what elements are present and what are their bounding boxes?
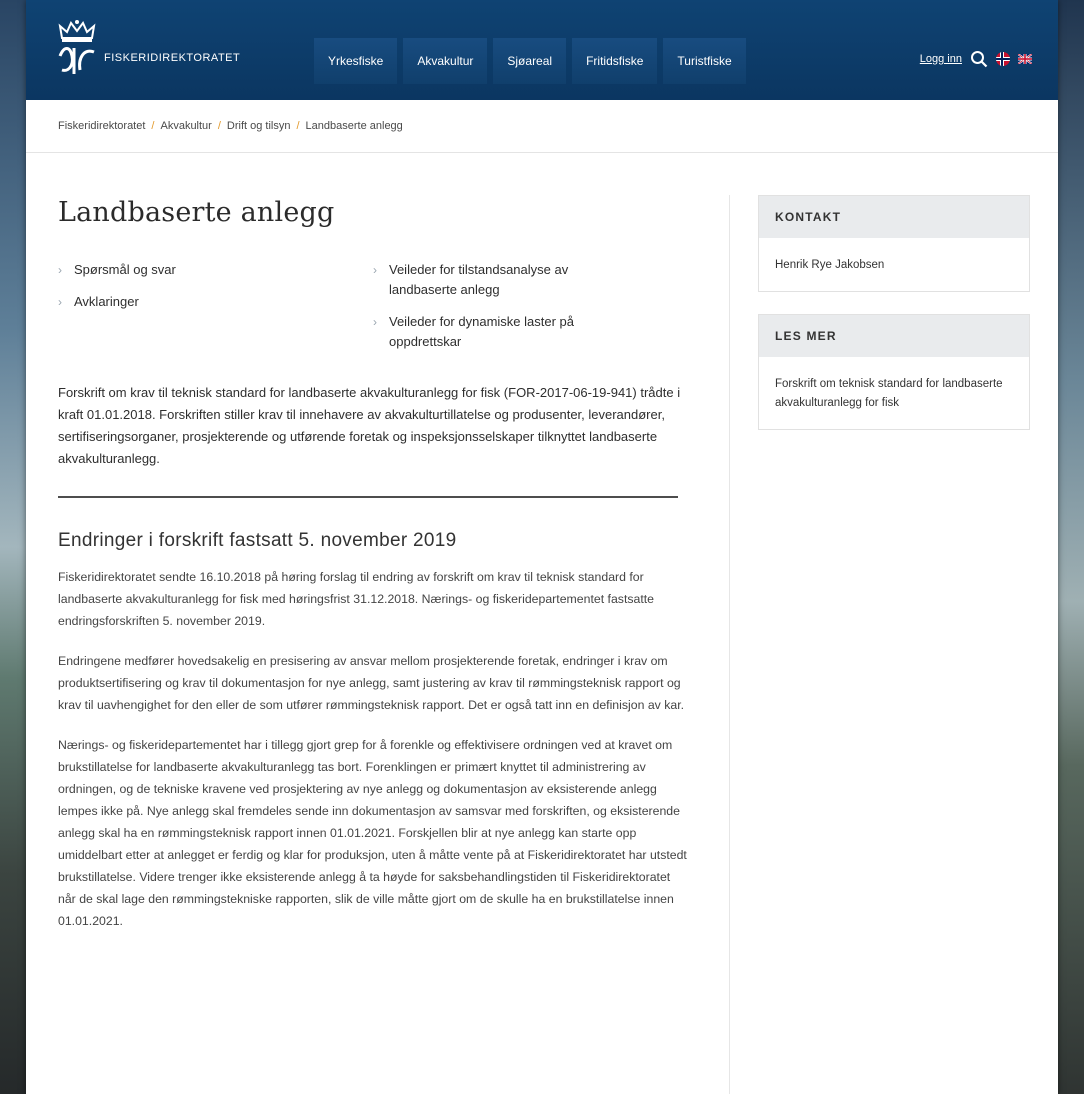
login-link[interactable]: Logg inn (920, 53, 962, 65)
flag-uk-icon[interactable] (1018, 54, 1032, 64)
breadcrumb-item-home[interactable]: Fiskeridirektoratet (58, 120, 145, 132)
search-icon[interactable] (970, 50, 988, 68)
logo-text: FISKERIDIREKTORATET (104, 52, 241, 64)
breadcrumb-item-current: Landbaserte anlegg (305, 120, 403, 132)
link-label: Spørsmål og svar (74, 262, 176, 277)
paragraph-3: Nærings- og fiskeridepartementet har i t… (58, 738, 687, 928)
section-heading: Endringer i forskrift fastsatt 5. novemb… (58, 530, 457, 551)
related-links-left: › Spørsmål og svar › Avklaringer (58, 260, 373, 364)
nav-item-yrkesfiske[interactable]: Yrkesfiske (314, 38, 398, 84)
link-veileder-dynamiske-laster[interactable]: › Veileder for dynamiske laster på oppdr… (373, 312, 688, 352)
site-header: FISKERIDIREKTORATET Yrkesfiske Akvakultu… (26, 0, 1058, 100)
breadcrumb-item-drift-og-tilsyn[interactable]: Drift og tilsyn (227, 120, 291, 132)
contact-box-body: Henrik Rye Jakobsen (759, 238, 1029, 291)
main-nav: Yrkesfiske Akvakultur Sjøareal Fritidsfi… (314, 38, 752, 84)
nav-item-akvakultur[interactable]: Akvakultur (403, 38, 488, 84)
breadcrumb-item-akvakultur[interactable]: Akvakultur (160, 120, 211, 132)
breadcrumb: Fiskeridirektoratet / Akvakultur / Drift… (26, 100, 1058, 153)
header-tools: Logg inn (920, 50, 1032, 68)
paragraph-2: Endringene medfører hovedsakelig en pres… (58, 654, 685, 712)
paragraph-1: Fiskeridirektoratet sendte 16.10.2018 på… (58, 570, 655, 628)
crown-logo-icon (58, 20, 96, 74)
breadcrumb-separator: / (151, 120, 155, 132)
read-more-box-title: LES MER (759, 315, 1029, 357)
nav-item-fritidsfiske[interactable]: Fritidsfiske (572, 38, 658, 84)
link-label: Veileder for dynamiske laster på oppdret… (389, 314, 574, 349)
sidebar: KONTAKT Henrik Rye Jakobsen LES MER Fors… (758, 195, 1030, 452)
background-right-edge (1058, 0, 1084, 1094)
related-links: › Spørsmål og svar › Avklaringer › Veile… (58, 260, 688, 364)
link-label: Avklaringer (74, 294, 139, 309)
page-title: Landbaserte anlegg (58, 197, 335, 228)
intro-text: Forskrift om krav til teknisk standard f… (58, 385, 681, 466)
read-more-link[interactable]: Forskrift om teknisk standard for landba… (775, 378, 1003, 409)
section-divider (58, 496, 678, 498)
link-avklaringer[interactable]: › Avklaringer (58, 292, 373, 312)
breadcrumb-separator: / (217, 120, 221, 132)
column-divider (729, 195, 730, 1094)
nav-item-sjoareal[interactable]: Sjøareal (493, 38, 567, 84)
chevron-right-icon: › (58, 263, 62, 277)
related-links-right: › Veileder for tilstandsanalyse av landb… (373, 260, 688, 364)
contact-name-link[interactable]: Henrik Rye Jakobsen (775, 259, 884, 271)
chevron-right-icon: › (58, 295, 62, 309)
read-more-box: LES MER Forskrift om teknisk standard fo… (758, 314, 1030, 430)
page: FISKERIDIREKTORATET Yrkesfiske Akvakultu… (26, 0, 1058, 1094)
link-sporsmal-og-svar[interactable]: › Spørsmål og svar (58, 260, 373, 280)
link-veileder-tilstandsanalyse[interactable]: › Veileder for tilstandsanalyse av landb… (373, 260, 688, 300)
breadcrumb-separator: / (296, 120, 300, 132)
site-logo[interactable]: FISKERIDIREKTORATET (54, 18, 240, 78)
chevron-right-icon: › (373, 263, 377, 277)
main-content: Landbaserte anlegg › Spørsmål og svar › … (58, 152, 688, 932)
link-label: Veileder for tilstandsanalyse av landbas… (389, 262, 569, 297)
flag-norway-icon[interactable] (996, 52, 1010, 66)
contact-box-title: KONTAKT (759, 196, 1029, 238)
contact-box: KONTAKT Henrik Rye Jakobsen (758, 195, 1030, 292)
nav-item-turistfiske[interactable]: Turistfiske (663, 38, 746, 84)
read-more-box-body: Forskrift om teknisk standard for landba… (759, 357, 1029, 429)
chevron-right-icon: › (373, 315, 377, 329)
